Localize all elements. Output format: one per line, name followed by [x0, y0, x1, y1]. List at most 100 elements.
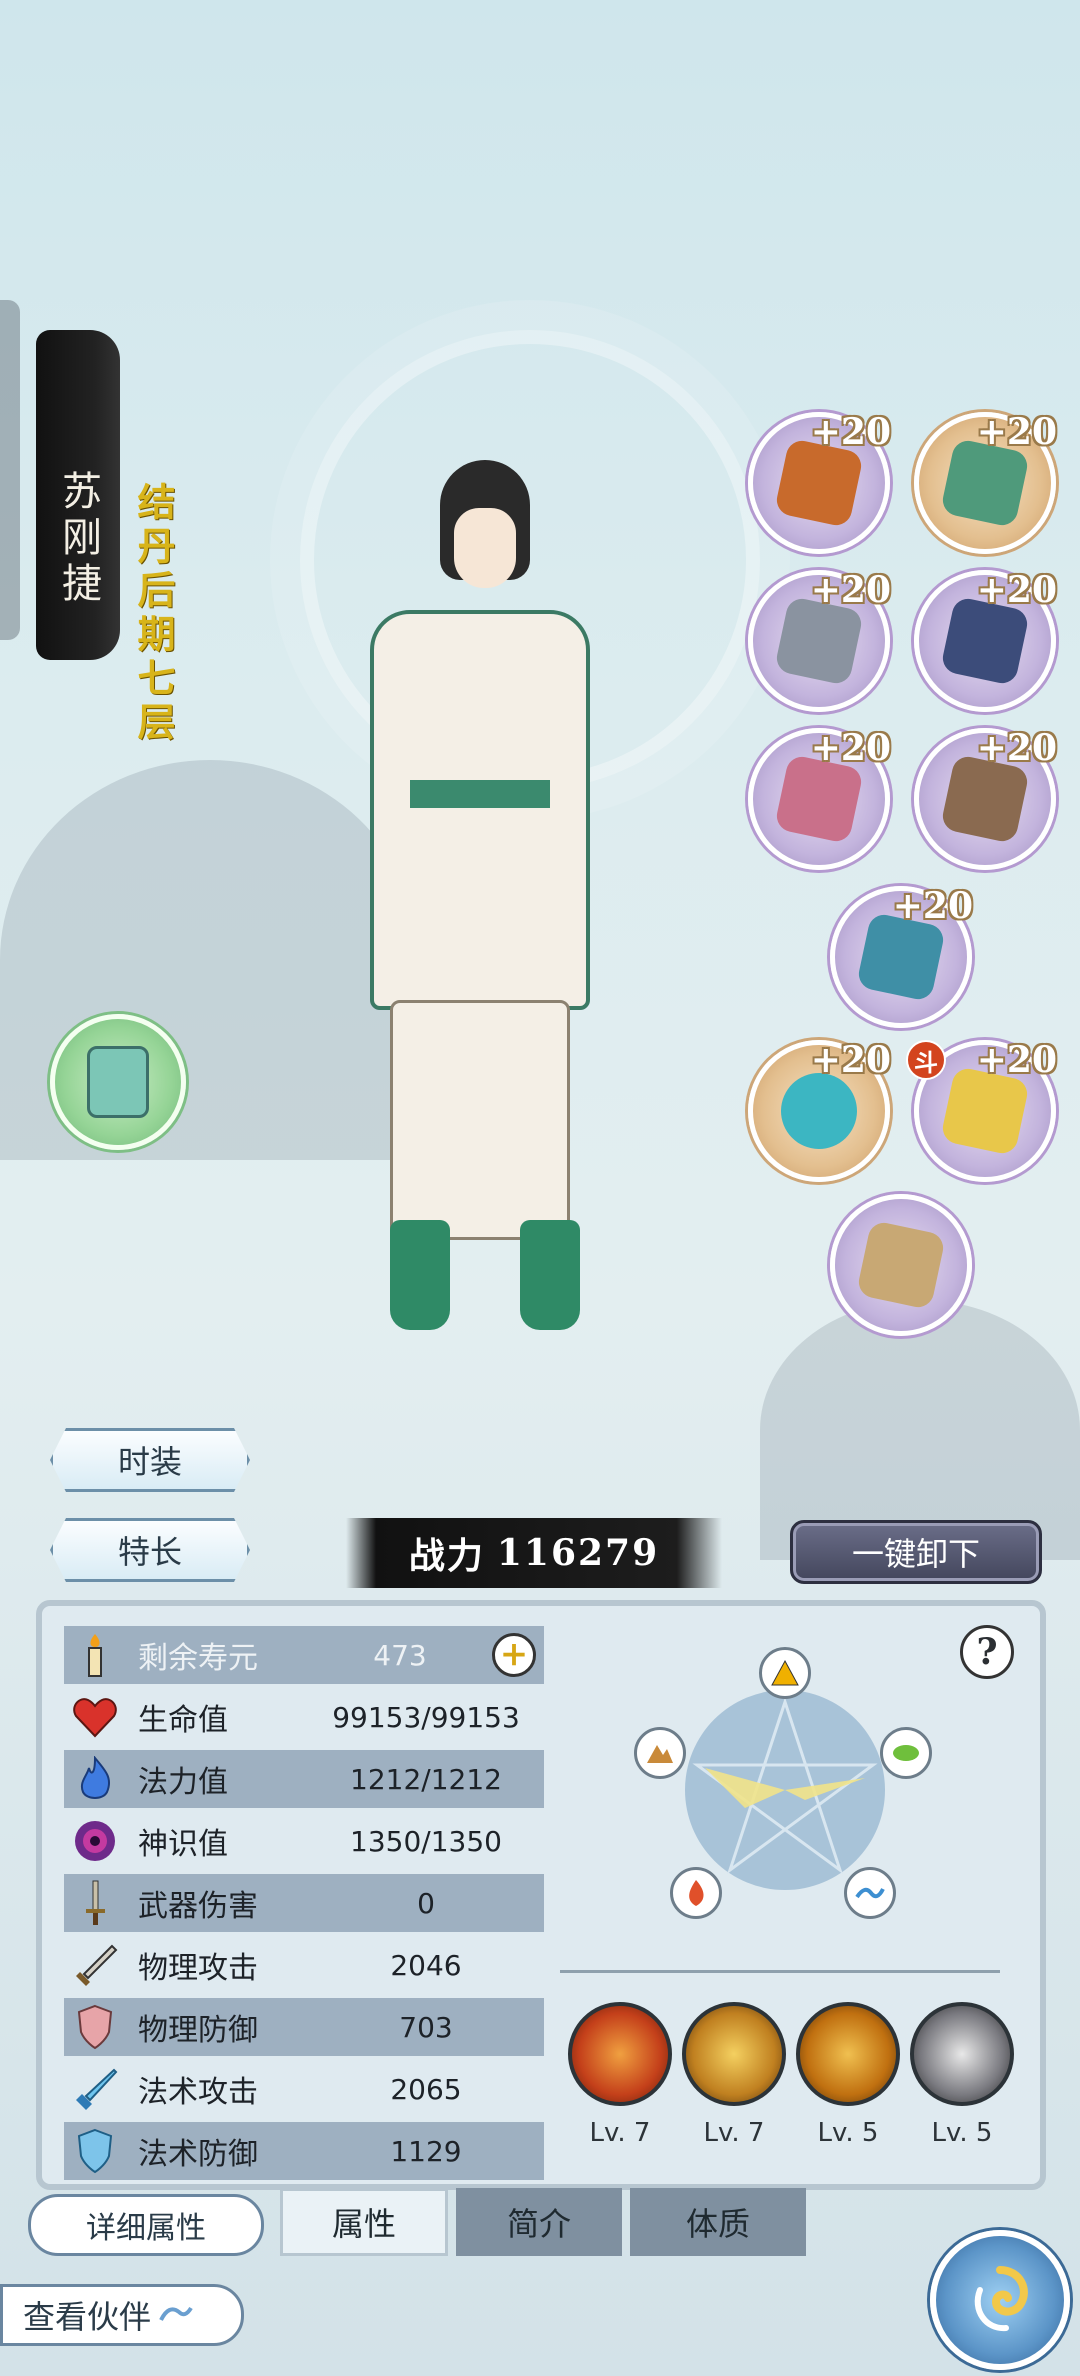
- stat-value: 2046: [390, 1948, 462, 1982]
- enhance-level: +20: [976, 569, 1057, 611]
- stat-row-magic-defense: 法术防御 1129: [64, 2122, 544, 2180]
- stat-label: 武器伤害: [138, 1889, 258, 1924]
- flame-icon: [70, 1754, 120, 1804]
- detail-attributes-button[interactable]: 详细属性: [28, 2194, 264, 2256]
- stat-label: 物理防御: [138, 2013, 258, 2048]
- pentagram-icon: [692, 1697, 878, 1874]
- equip-slot-scroll[interactable]: [830, 1194, 972, 1336]
- enhance-level: +20: [810, 1039, 891, 1081]
- stat-value: 2065: [390, 2072, 462, 2106]
- combat-power-value: 116279: [496, 1532, 660, 1574]
- skill-golden-beast[interactable]: [682, 2002, 786, 2106]
- skill-level: Lv. 5: [931, 2118, 993, 2148]
- tab-constitution[interactable]: 体质: [630, 2188, 806, 2256]
- enhance-level: +20: [892, 885, 973, 927]
- skill-level: Lv. 5: [817, 2118, 879, 2148]
- heart-icon: [70, 1692, 120, 1742]
- skill-fire-lion[interactable]: [796, 2002, 900, 2106]
- stat-label: 法术防御: [138, 2137, 258, 2172]
- stat-label: 物理攻击: [138, 1951, 258, 1986]
- sword-icon: [70, 1878, 120, 1928]
- equip-slot-flag[interactable]: +20: [830, 885, 973, 1028]
- fashion-button[interactable]: 时装: [50, 1428, 250, 1492]
- view-partner-button[interactable]: 查看伙伴: [0, 2284, 244, 2346]
- tab-attributes[interactable]: 属性: [280, 2188, 448, 2256]
- character-figure: [330, 460, 630, 1360]
- enhance-level: +20: [810, 411, 891, 453]
- add-lifespan-button[interactable]: +: [492, 1633, 536, 1677]
- stat-value: 473: [373, 1638, 427, 1672]
- skill-level: Lv. 7: [703, 2118, 765, 2148]
- stat-value: 0: [417, 1886, 435, 1920]
- enhance-level: +20: [976, 411, 1057, 453]
- skill-fire[interactable]: [568, 2002, 672, 2106]
- specialty-button[interactable]: 特长: [50, 1518, 250, 1582]
- panel-divider: [560, 1970, 1000, 1973]
- view-partner-label: 查看伙伴: [23, 2298, 152, 2336]
- stat-row-hp: 生命值 99153/99153: [64, 1688, 544, 1746]
- character-boot-right: [520, 1220, 580, 1330]
- enhance-level: +20: [810, 569, 891, 611]
- stat-row-weapon-damage: 武器伤害 0: [64, 1874, 544, 1932]
- stat-value: 1212/1212: [350, 1762, 502, 1796]
- unequip-all-button[interactable]: 一键卸下: [790, 1520, 1042, 1584]
- character-robe: [370, 610, 590, 1010]
- stat-value: 1129: [390, 2134, 462, 2168]
- character-boot-left: [390, 1220, 450, 1330]
- wave-icon: [159, 2306, 193, 2321]
- stat-row-lifespan: 剩余寿元 473 +: [64, 1626, 544, 1684]
- equip-slot-pouch[interactable]: +20: [748, 727, 891, 870]
- skill-whirlwind[interactable]: [910, 2002, 1014, 2106]
- shield-icon: [70, 2002, 120, 2052]
- vortex-icon: [70, 1816, 120, 1866]
- swirl-menu-button[interactable]: [930, 2230, 1070, 2370]
- water-element-icon[interactable]: [844, 1867, 896, 1919]
- stat-value: 1350/1350: [350, 1824, 502, 1858]
- stat-label: 法力值: [138, 1765, 228, 1800]
- stat-row-spirit: 神识值 1350/1350: [64, 1812, 544, 1870]
- jade-talisman-icon: [87, 1046, 149, 1118]
- stat-label: 神识值: [138, 1827, 228, 1862]
- cultivation-realm: 结丹后期七层: [131, 482, 176, 746]
- talisman-slot[interactable]: [50, 1014, 186, 1150]
- enhance-level: +20: [810, 727, 891, 769]
- equip-slot-bracelet[interactable]: +20: [914, 727, 1057, 870]
- side-drawer-handle[interactable]: [0, 300, 20, 640]
- combat-power: 战力 116279: [346, 1518, 722, 1588]
- stat-row-magic-attack: 法术攻击 2065: [64, 2060, 544, 2118]
- equip-slot-mirror[interactable]: +20: [748, 1039, 891, 1182]
- stat-label: 生命值: [138, 1703, 228, 1738]
- crystal-shield-icon: [70, 2126, 120, 2176]
- metal-element-icon[interactable]: [759, 1647, 811, 1699]
- skill-level: Lv. 7: [589, 2118, 651, 2148]
- enhance-level: +20: [976, 727, 1057, 769]
- five-elements-wheel: [634, 1647, 932, 1925]
- earth-element-icon[interactable]: [634, 1727, 686, 1779]
- battle-badge: 斗: [906, 1040, 946, 1080]
- fire-element-icon[interactable]: [670, 1867, 722, 1919]
- enhance-level: +20: [976, 1039, 1057, 1081]
- stat-row-phys-attack: 物理攻击 2046: [64, 1936, 544, 1994]
- stat-value: 99153/99153: [332, 1700, 520, 1734]
- wood-element-icon[interactable]: [880, 1727, 932, 1779]
- character-face: [454, 508, 516, 588]
- stat-row-phys-defense: 物理防御 703: [64, 1998, 544, 2056]
- crystal-sword-icon: [70, 2064, 120, 2114]
- blade-icon: [70, 1940, 120, 1990]
- equip-slot-armor[interactable]: +20: [748, 569, 891, 712]
- swirl-icon: [974, 2266, 1028, 2332]
- combat-power-label: 战力: [408, 1535, 485, 1577]
- equip-slot-belt[interactable]: +20: [914, 569, 1057, 712]
- scroll-icon: [855, 1219, 947, 1311]
- help-button[interactable]: ?: [960, 1625, 1014, 1679]
- name-banner: 苏刚捷: [36, 330, 120, 660]
- candle-icon: [70, 1630, 120, 1680]
- stat-label: 剩余寿元: [138, 1641, 258, 1676]
- character-belt: [410, 780, 550, 808]
- equip-slot-robe[interactable]: +20: [748, 411, 891, 554]
- equip-slot-headband[interactable]: +20: [914, 411, 1057, 554]
- tab-intro[interactable]: 简介: [456, 2188, 622, 2256]
- character-name: 苏刚捷: [55, 470, 101, 608]
- stat-row-mp: 法力值 1212/1212: [64, 1750, 544, 1808]
- character-trousers: [390, 1000, 570, 1240]
